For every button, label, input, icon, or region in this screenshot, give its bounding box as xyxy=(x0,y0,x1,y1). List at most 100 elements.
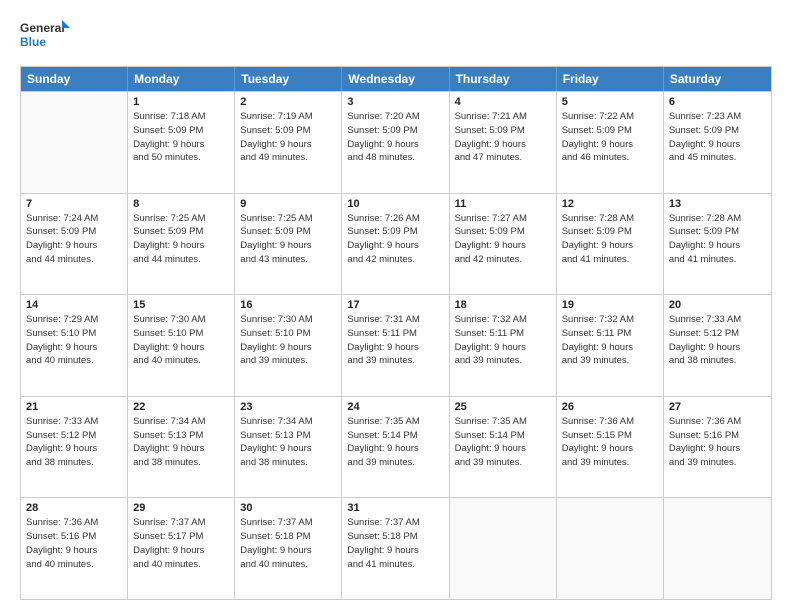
day-cell-27: 27Sunrise: 7:36 AMSunset: 5:16 PMDayligh… xyxy=(664,397,771,498)
day-info-line: Sunrise: 7:22 AM xyxy=(562,110,658,124)
day-info-line: Daylight: 9 hours xyxy=(240,239,336,253)
day-cell-26: 26Sunrise: 7:36 AMSunset: 5:15 PMDayligh… xyxy=(557,397,664,498)
day-info-line: Sunset: 5:14 PM xyxy=(455,429,551,443)
day-number: 28 xyxy=(26,502,122,514)
day-info-line: Daylight: 9 hours xyxy=(240,341,336,355)
day-cell-21: 21Sunrise: 7:33 AMSunset: 5:12 PMDayligh… xyxy=(21,397,128,498)
day-info-line: Sunset: 5:10 PM xyxy=(133,327,229,341)
week-row-1: 1Sunrise: 7:18 AMSunset: 5:09 PMDaylight… xyxy=(21,91,771,193)
day-number: 15 xyxy=(133,299,229,311)
day-number: 2 xyxy=(240,96,336,108)
day-number: 19 xyxy=(562,299,658,311)
day-info-line: Daylight: 9 hours xyxy=(240,544,336,558)
day-number: 31 xyxy=(347,502,443,514)
day-number: 13 xyxy=(669,198,766,210)
day-info-line: Daylight: 9 hours xyxy=(347,239,443,253)
day-number: 10 xyxy=(347,198,443,210)
day-number: 22 xyxy=(133,401,229,413)
day-info-line: Sunrise: 7:37 AM xyxy=(240,516,336,530)
day-info-line: and 38 minutes. xyxy=(133,456,229,470)
day-cell-10: 10Sunrise: 7:26 AMSunset: 5:09 PMDayligh… xyxy=(342,194,449,295)
day-info-line: Daylight: 9 hours xyxy=(347,341,443,355)
day-info-line: and 44 minutes. xyxy=(133,253,229,267)
day-number: 30 xyxy=(240,502,336,514)
day-info-line: Daylight: 9 hours xyxy=(347,138,443,152)
day-info-line: and 38 minutes. xyxy=(26,456,122,470)
day-cell-11: 11Sunrise: 7:27 AMSunset: 5:09 PMDayligh… xyxy=(450,194,557,295)
day-number: 12 xyxy=(562,198,658,210)
week-row-5: 28Sunrise: 7:36 AMSunset: 5:16 PMDayligh… xyxy=(21,497,771,599)
day-number: 6 xyxy=(669,96,766,108)
day-number: 25 xyxy=(455,401,551,413)
day-info-line: Daylight: 9 hours xyxy=(669,442,766,456)
day-info-line: Sunset: 5:13 PM xyxy=(240,429,336,443)
day-info-line: and 41 minutes. xyxy=(562,253,658,267)
day-info-line: and 50 minutes. xyxy=(133,151,229,165)
day-info-line: Daylight: 9 hours xyxy=(133,442,229,456)
day-info-line: Sunset: 5:09 PM xyxy=(240,124,336,138)
day-number: 26 xyxy=(562,401,658,413)
day-info-line: Sunset: 5:09 PM xyxy=(240,225,336,239)
day-info-line: Daylight: 9 hours xyxy=(562,239,658,253)
day-info-line: Sunset: 5:17 PM xyxy=(133,530,229,544)
day-info-line: Sunrise: 7:27 AM xyxy=(455,212,551,226)
day-info-line: Daylight: 9 hours xyxy=(455,239,551,253)
day-info-line: and 44 minutes. xyxy=(26,253,122,267)
day-number: 4 xyxy=(455,96,551,108)
day-info-line: Sunset: 5:10 PM xyxy=(240,327,336,341)
header-cell-friday: Friday xyxy=(557,67,664,91)
day-info-line: Sunrise: 7:34 AM xyxy=(240,415,336,429)
day-info-line: Daylight: 9 hours xyxy=(26,544,122,558)
day-info-line: Daylight: 9 hours xyxy=(26,442,122,456)
calendar: SundayMondayTuesdayWednesdayThursdayFrid… xyxy=(20,66,772,600)
day-number: 20 xyxy=(669,299,766,311)
day-cell-4: 4Sunrise: 7:21 AMSunset: 5:09 PMDaylight… xyxy=(450,92,557,193)
day-info-line: Sunrise: 7:30 AM xyxy=(240,313,336,327)
day-info-line: and 43 minutes. xyxy=(240,253,336,267)
day-cell-empty xyxy=(21,92,128,193)
day-info-line: Sunrise: 7:31 AM xyxy=(347,313,443,327)
calendar-header-row: SundayMondayTuesdayWednesdayThursdayFrid… xyxy=(21,67,771,91)
day-info-line: and 38 minutes. xyxy=(240,456,336,470)
day-number: 8 xyxy=(133,198,229,210)
week-row-3: 14Sunrise: 7:29 AMSunset: 5:10 PMDayligh… xyxy=(21,294,771,396)
day-info-line: and 39 minutes. xyxy=(669,456,766,470)
day-info-line: Sunrise: 7:36 AM xyxy=(562,415,658,429)
day-info-line: and 40 minutes. xyxy=(26,354,122,368)
day-cell-31: 31Sunrise: 7:37 AMSunset: 5:18 PMDayligh… xyxy=(342,498,449,599)
day-number: 17 xyxy=(347,299,443,311)
day-info-line: Daylight: 9 hours xyxy=(133,341,229,355)
day-info-line: and 48 minutes. xyxy=(347,151,443,165)
day-info-line: Daylight: 9 hours xyxy=(669,138,766,152)
day-info-line: and 47 minutes. xyxy=(455,151,551,165)
day-info-line: Sunrise: 7:25 AM xyxy=(240,212,336,226)
day-cell-5: 5Sunrise: 7:22 AMSunset: 5:09 PMDaylight… xyxy=(557,92,664,193)
day-info-line: Sunrise: 7:28 AM xyxy=(562,212,658,226)
day-info-line: Sunset: 5:16 PM xyxy=(26,530,122,544)
day-info-line: Sunrise: 7:34 AM xyxy=(133,415,229,429)
day-info-line: Sunset: 5:18 PM xyxy=(240,530,336,544)
day-info-line: Sunrise: 7:19 AM xyxy=(240,110,336,124)
day-info-line: and 41 minutes. xyxy=(669,253,766,267)
day-cell-1: 1Sunrise: 7:18 AMSunset: 5:09 PMDaylight… xyxy=(128,92,235,193)
day-info-line: and 39 minutes. xyxy=(240,354,336,368)
day-cell-empty xyxy=(450,498,557,599)
svg-text:General: General xyxy=(20,21,65,35)
day-info-line: and 40 minutes. xyxy=(133,558,229,572)
day-info-line: Daylight: 9 hours xyxy=(133,544,229,558)
day-cell-15: 15Sunrise: 7:30 AMSunset: 5:10 PMDayligh… xyxy=(128,295,235,396)
day-info-line: Sunset: 5:09 PM xyxy=(347,225,443,239)
day-info-line: Daylight: 9 hours xyxy=(455,442,551,456)
day-info-line: and 39 minutes. xyxy=(562,354,658,368)
day-info-line: Daylight: 9 hours xyxy=(455,138,551,152)
day-info-line: Daylight: 9 hours xyxy=(240,442,336,456)
logo: General Blue xyxy=(20,16,70,56)
day-info-line: Sunrise: 7:25 AM xyxy=(133,212,229,226)
day-cell-14: 14Sunrise: 7:29 AMSunset: 5:10 PMDayligh… xyxy=(21,295,128,396)
day-info-line: and 40 minutes. xyxy=(133,354,229,368)
day-cell-empty xyxy=(664,498,771,599)
day-info-line: Sunset: 5:09 PM xyxy=(455,124,551,138)
day-info-line: Sunrise: 7:32 AM xyxy=(455,313,551,327)
day-info-line: Sunset: 5:09 PM xyxy=(669,124,766,138)
day-info-line: and 39 minutes. xyxy=(562,456,658,470)
